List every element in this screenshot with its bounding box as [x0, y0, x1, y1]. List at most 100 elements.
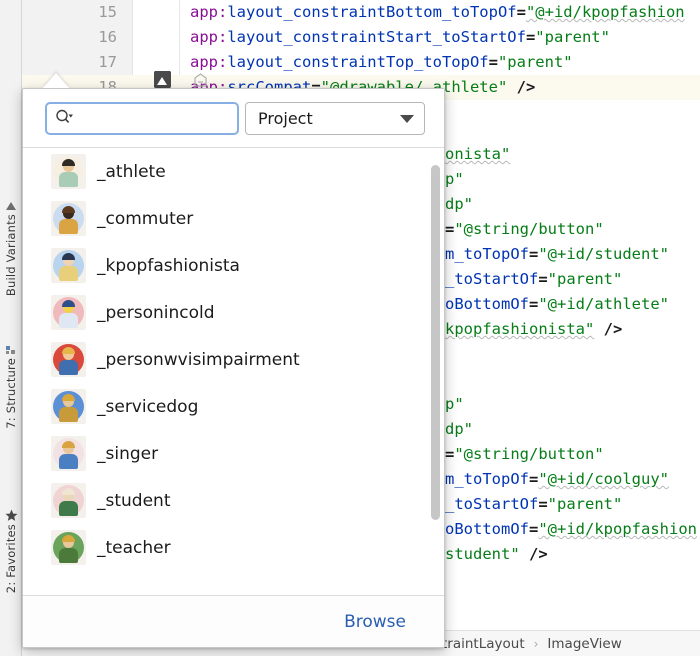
scrollbar-thumb[interactable]	[431, 165, 440, 520]
code-token: =	[445, 220, 454, 238]
code-token: dp"	[445, 420, 473, 438]
code-line[interactable]: 15app:layout_constraintBottom_toTopOf="@…	[22, 0, 700, 25]
list-item[interactable]: _singer	[23, 430, 444, 477]
code-line[interactable]: 17 app:layout_constraintTop_toTopOf="pare…	[22, 50, 700, 75]
image-preview-icon[interactable]	[154, 71, 171, 88]
list-item-label: _singer	[97, 444, 158, 464]
code-text: _toStartOf="parent"	[445, 267, 622, 292]
code-line[interactable]: m_toTopOf="@+id/coolguy"	[445, 467, 700, 492]
avatar	[51, 154, 86, 189]
code-line[interactable]: p"	[445, 392, 700, 417]
code-token: layout_constraintTop_toTopOf	[227, 53, 488, 71]
list-item-label: _servicedog	[97, 397, 198, 417]
fold-collapse-icon[interactable]	[194, 72, 207, 85]
code-token: kpopfashionista"	[445, 320, 594, 338]
code-token: p"	[445, 170, 464, 188]
avatar-hair	[62, 159, 75, 166]
list-item[interactable]: _kpopfashionista	[23, 242, 444, 289]
code-line[interactable]: _toStartOf="parent"	[445, 492, 700, 517]
code-token: "parent"	[548, 495, 623, 513]
code-token: =	[517, 3, 526, 21]
code-line[interactable]: oBottomOf="@+id/kpopfashion	[445, 517, 700, 542]
build-variants-glyph	[5, 200, 17, 212]
code-token: "parent"	[548, 270, 623, 288]
structure-icon	[5, 344, 17, 358]
star-glyph	[5, 509, 18, 522]
code-token: "parent"	[535, 28, 610, 46]
code-token: =	[529, 470, 538, 488]
resource-list[interactable]: _athlete_commuter_kpopfashionista _person…	[23, 148, 444, 595]
code-text: app:layout_constraintTop_toTopOf="parent…	[190, 50, 573, 75]
code-token: p"	[445, 395, 464, 413]
avatar-body	[59, 266, 78, 281]
code-line[interactable]: dp"	[445, 417, 700, 442]
code-token: oBottomOf	[445, 520, 529, 538]
list-item[interactable]: _personincold	[23, 289, 444, 336]
fold-collapse-glyph	[194, 73, 207, 87]
code-line[interactable]: onista"	[445, 142, 700, 167]
tool-button-build-variants[interactable]: Build Variants	[0, 196, 22, 296]
avatar	[51, 342, 86, 377]
code-text: p"	[445, 392, 464, 417]
list-item[interactable]: _personwvisimpairment	[23, 336, 444, 383]
image-preview-glyph	[154, 71, 171, 88]
avatar-body	[59, 501, 78, 516]
avatar-hair	[62, 535, 75, 542]
code-token: layout_constraintBottom_toTopOf	[227, 3, 516, 21]
tool-window-strip: Build Variants 7: Structure 2: Favorites	[0, 0, 22, 656]
code-line[interactable]: oBottomOf="@+id/athlete"	[445, 292, 700, 317]
search-icon	[55, 109, 74, 129]
code-line[interactable]: _toStartOf="parent"	[445, 267, 700, 292]
list-item[interactable]: _athlete	[23, 148, 444, 195]
line-number: 17	[22, 50, 117, 75]
resource-list-rows: _athlete_commuter_kpopfashionista _person…	[23, 148, 444, 571]
tool-button-structure[interactable]: 7: Structure	[0, 340, 22, 429]
avatar-hair	[62, 347, 75, 354]
list-item-label: _student	[97, 491, 171, 511]
code-line[interactable]: ="@string/button"	[445, 217, 700, 242]
code-line[interactable]: student" />	[445, 542, 700, 567]
scope-dropdown-value: Project	[258, 109, 313, 128]
code-text: m_toTopOf="@+id/coolguy"	[445, 467, 669, 492]
tool-button-favorites[interactable]: 2: Favorites	[0, 505, 22, 593]
popup-pointer-caret	[43, 73, 69, 88]
breadcrumb-item-1[interactable]: ImageView	[545, 636, 623, 652]
list-item[interactable]: _servicedog	[23, 383, 444, 430]
avatar	[51, 295, 86, 330]
code-token: "@+id/student"	[538, 245, 669, 263]
list-item-label: _personincold	[97, 303, 215, 323]
search-field[interactable]	[45, 102, 239, 135]
code-line[interactable]: ="@string/button"	[445, 442, 700, 467]
popup-footer: Browse	[23, 595, 444, 647]
avatar	[51, 248, 86, 283]
code-text: student" />	[445, 542, 548, 567]
popup-header: Project	[23, 89, 444, 148]
code-token: _toStartOf	[445, 495, 538, 513]
browse-button[interactable]: Browse	[344, 612, 406, 632]
list-item[interactable]: _commuter	[23, 195, 444, 242]
code-line[interactable]: 16app:layout_constraintStart_toStartOf="…	[22, 25, 700, 50]
code-token: />	[520, 545, 548, 563]
list-item[interactable]: _teacher	[23, 524, 444, 571]
breadcrumb-item-0[interactable]: traintLayout	[440, 636, 527, 652]
avatar-hair	[62, 441, 75, 448]
resource-list-scrollbar[interactable]	[431, 156, 440, 589]
code-token: =	[526, 28, 535, 46]
code-token: app:	[190, 28, 227, 46]
code-line[interactable]: dp"	[445, 192, 700, 217]
avatar-body	[59, 313, 78, 328]
avatar-hair	[62, 253, 75, 260]
code-token: "parent"	[498, 53, 573, 71]
search-input[interactable]	[80, 110, 234, 128]
scope-dropdown[interactable]: Project	[245, 102, 425, 135]
list-item[interactable]: _student	[23, 477, 444, 524]
avatar-hair	[62, 206, 75, 213]
structure-glyph	[5, 344, 17, 356]
code-token: =	[529, 520, 538, 538]
avatar-body	[59, 454, 78, 469]
code-line[interactable]: m_toTopOf="@+id/student"	[445, 242, 700, 267]
code-line[interactable]: p"	[445, 167, 700, 192]
code-line[interactable]: kpopfashionista" />	[445, 317, 700, 342]
code-text: ="@string/button"	[445, 217, 604, 242]
code-token: student"	[445, 545, 520, 563]
